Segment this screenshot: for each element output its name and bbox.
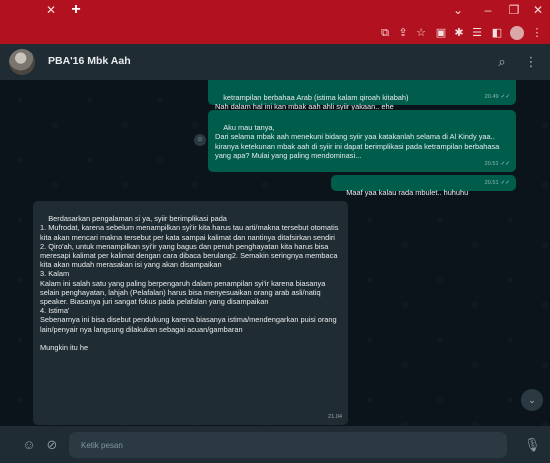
- chat-title[interactable]: PBA'16 Mbk Aah: [48, 55, 131, 67]
- bookmark-star-icon[interactable]: ☆: [414, 26, 428, 40]
- message-list[interactable]: ketrampilan berbahaa Arab (istima kalam …: [0, 80, 550, 426]
- mic-icon[interactable]: 🎙: [524, 437, 541, 453]
- profile-icon[interactable]: [510, 26, 524, 40]
- message-meta: 20.51 ✓✓: [485, 160, 510, 169]
- message-time: 20.51: [484, 179, 499, 186]
- forward-icon[interactable]: ☺: [194, 134, 206, 146]
- browser-toolbar: ⧉ ⇪ ☆ ▣ ✱ ☰ ◧ ⋮: [0, 22, 550, 44]
- chat-header[interactable]: PBA'16 Mbk Aah ⌕ ⋮: [0, 44, 550, 80]
- emoji-icon[interactable]: ☺: [21, 437, 37, 453]
- search-icon[interactable]: ⌕: [494, 54, 510, 70]
- menu-icon[interactable]: ⋮: [523, 54, 539, 70]
- minimize-icon[interactable]: –: [478, 2, 498, 18]
- message-meta: 21.04: [328, 413, 342, 422]
- read-ticks-icon: ✓✓: [500, 93, 510, 100]
- screen-share-icon[interactable]: ⧉: [378, 26, 392, 40]
- message-meta: 20.51 ✓✓: [485, 179, 510, 188]
- composer: ☺ ⊘ 🎙: [0, 426, 550, 463]
- message-time: 20.51: [484, 160, 499, 167]
- reading-list-icon[interactable]: ☰: [470, 26, 484, 40]
- message-time: 20.49: [484, 93, 499, 100]
- message-outgoing[interactable]: Maaf yaa kalau rada mbulet.. huhuhu 20.5…: [331, 175, 516, 197]
- message-time: 21.04: [328, 413, 342, 420]
- message-meta: 20.49 ✓✓: [485, 93, 510, 102]
- window-close-icon[interactable]: ✕: [528, 2, 548, 18]
- message-text: Berdasarkan pengalaman si ya, syiir beri…: [40, 214, 339, 353]
- share-icon[interactable]: ⇪: [396, 26, 410, 40]
- message-input[interactable]: [69, 432, 507, 458]
- tab-search-chevron-icon[interactable]: ⌄: [448, 2, 468, 18]
- message-outgoing[interactable]: ketrampilan berbahaa Arab (istima kalam …: [208, 80, 516, 111]
- message-text: Maaf yaa kalau rada mbulet.. huhuhu: [346, 188, 469, 198]
- tab-close-icon[interactable]: ✕: [44, 3, 58, 17]
- extension-icon[interactable]: ▣: [434, 26, 448, 40]
- puzzle-icon[interactable]: ✱: [452, 26, 466, 40]
- avatar[interactable]: [9, 49, 35, 75]
- browser-tab-bar: ✕ + ⌄ – ❐ ✕: [0, 0, 550, 22]
- read-ticks-icon: ✓✓: [500, 160, 510, 167]
- message-text: Aku mau tanya, Dari selama mbak aah mene…: [215, 123, 500, 160]
- new-tab-icon[interactable]: +: [68, 2, 84, 18]
- attach-icon[interactable]: ⊘: [44, 437, 60, 453]
- read-ticks-icon: ✓✓: [500, 179, 510, 186]
- message-outgoing[interactable]: Aku mau tanya, Dari selama mbak aah mene…: [208, 110, 516, 172]
- restore-icon[interactable]: ❐: [504, 2, 524, 18]
- browser-menu-icon[interactable]: ⋮: [530, 26, 544, 40]
- message-incoming[interactable]: Berdasarkan pengalaman si ya, syiir beri…: [33, 201, 348, 425]
- sidebar-icon[interactable]: ◧: [490, 26, 504, 40]
- message-text: ketrampilan berbahaa Arab (istima kalam …: [215, 93, 409, 112]
- scroll-down-icon[interactable]: ⌄: [521, 389, 543, 411]
